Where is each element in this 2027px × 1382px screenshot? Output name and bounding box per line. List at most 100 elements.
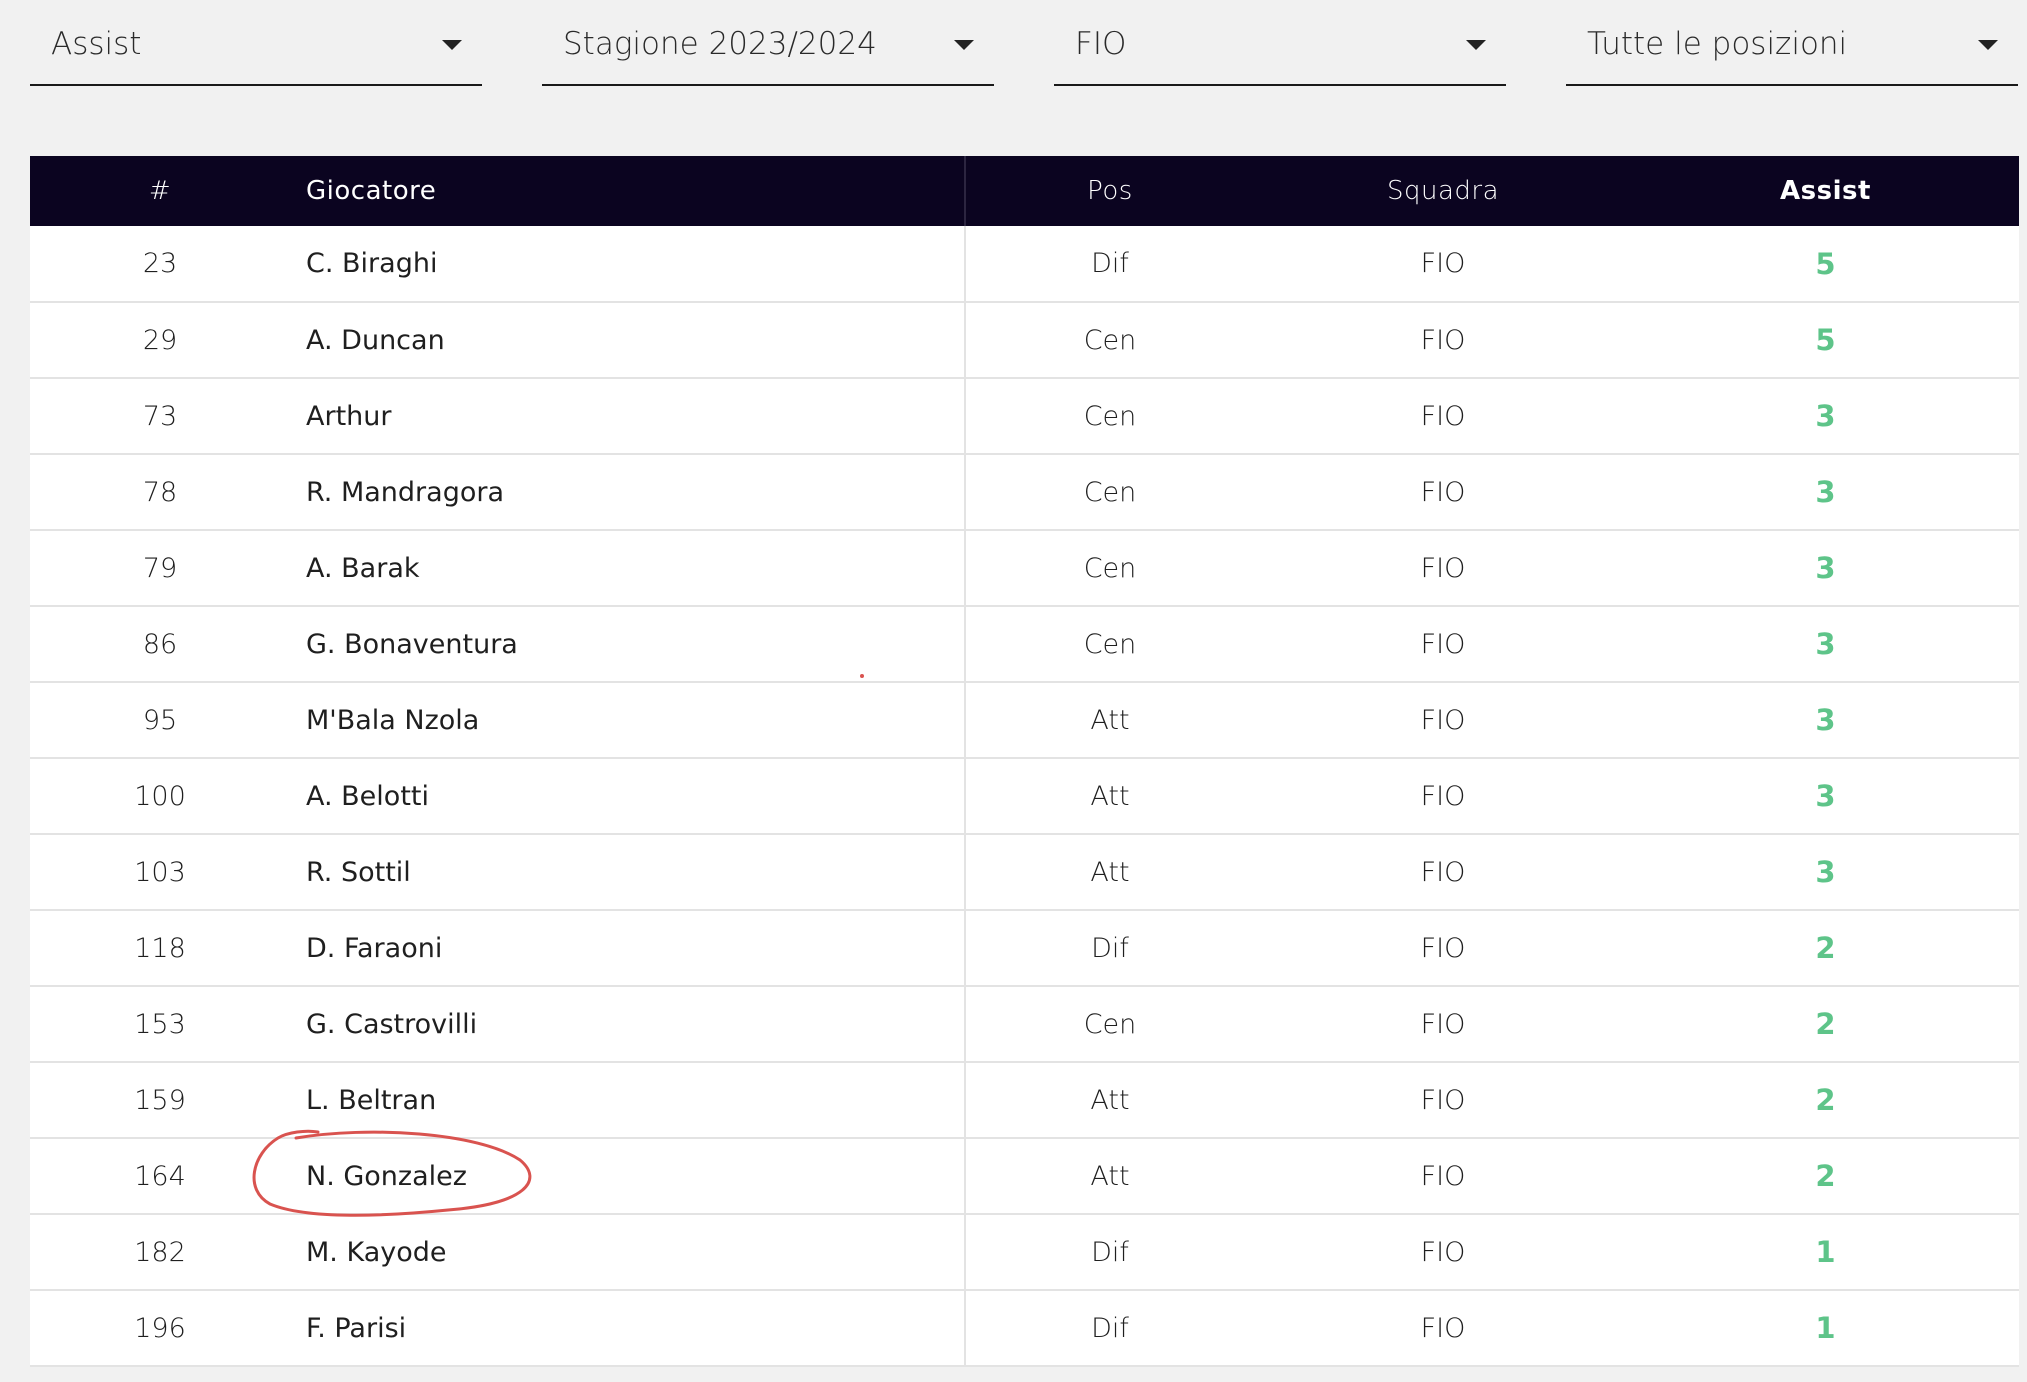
table-row[interactable]: 182 M. Kayode Dif FIO 1: [30, 1214, 2019, 1290]
table-row[interactable]: 118 D. Faraoni Dif FIO 2: [30, 910, 2019, 986]
team-cell: FIO: [1420, 1008, 1466, 1040]
player-name-link[interactable]: F. Parisi: [290, 1313, 406, 1344]
player-name-cell[interactable]: M. Kayode: [290, 1214, 966, 1290]
position-dropdown[interactable]: Tutte le posizioni: [1566, 0, 2018, 86]
player-name-link[interactable]: M'Bala Nzola: [290, 705, 479, 736]
assist-count-cell: 3: [1815, 779, 1836, 813]
player-name-link[interactable]: M. Kayode: [290, 1237, 446, 1268]
player-name-link[interactable]: G. Bonaventura: [290, 629, 518, 660]
header-player-label: Giocatore: [306, 176, 437, 206]
position-cell: Cen: [1083, 324, 1137, 356]
caret-down-icon: [1978, 40, 1998, 50]
player-name-cell[interactable]: N. Gonzalez: [290, 1138, 966, 1214]
player-name-cell[interactable]: C. Biraghi: [290, 226, 966, 302]
assist-count-cell: 3: [1815, 627, 1836, 661]
player-name-cell[interactable]: A. Belotti: [290, 758, 966, 834]
caret-down-icon: [1466, 40, 1486, 50]
position-cell: Att: [1090, 1160, 1130, 1192]
table-row[interactable]: 103 R. Sottil Att FIO 3: [30, 834, 2019, 910]
season-dropdown[interactable]: Stagione 2023/2024: [542, 0, 994, 86]
table-body: 23 C. Biraghi Dif FIO 5 29 A. Duncan Cen FIO 5 73 A…: [30, 226, 2019, 1366]
team-cell: FIO: [1420, 1312, 1466, 1344]
player-name-link[interactable]: A. Belotti: [290, 781, 429, 812]
header-player[interactable]: Giocatore: [290, 156, 966, 226]
stat-dropdown[interactable]: Assist: [30, 0, 482, 86]
table-row[interactable]: 95 M'Bala Nzola Att FIO 3: [30, 682, 2019, 758]
position-cell: Dif: [1091, 248, 1129, 279]
table-header: # Giocatore Pos Squadra Assist: [30, 156, 2019, 226]
rank-cell: 118: [134, 932, 186, 964]
team-cell: FIO: [1420, 552, 1466, 584]
player-name-cell[interactable]: M'Bala Nzola: [290, 682, 966, 758]
team-cell: FIO: [1420, 1084, 1466, 1116]
player-name-cell[interactable]: R. Mandragora: [290, 454, 966, 530]
table-row[interactable]: 78 R. Mandragora Cen FIO 3: [30, 454, 2019, 530]
table-row[interactable]: 159 L. Beltran Att FIO 2: [30, 1062, 2019, 1138]
assist-count-cell: 3: [1815, 475, 1836, 509]
team-cell: FIO: [1420, 1160, 1466, 1192]
table-row[interactable]: 86 G. Bonaventura Cen FIO 3: [30, 606, 2019, 682]
player-name-cell[interactable]: R. Sottil: [290, 834, 966, 910]
assist-count-cell: 5: [1815, 246, 1836, 281]
assist-count-cell: 2: [1815, 1159, 1836, 1193]
player-name-cell[interactable]: L. Beltran: [290, 1062, 966, 1138]
table-row[interactable]: 23 C. Biraghi Dif FIO 5: [30, 226, 2019, 302]
player-name-link[interactable]: L. Beltran: [290, 1085, 436, 1116]
rank-cell: 196: [134, 1312, 186, 1344]
player-name-cell[interactable]: G. Bonaventura: [290, 606, 966, 682]
rank-cell: 79: [142, 552, 178, 584]
table-row[interactable]: 100 A. Belotti Att FIO 3: [30, 758, 2019, 834]
table-header-row: # Giocatore Pos Squadra Assist: [30, 156, 2019, 226]
position-cell: Dif: [1091, 1236, 1129, 1268]
team-cell: FIO: [1420, 248, 1466, 279]
position-dropdown-value: Tutte le posizioni: [1587, 26, 1848, 62]
player-name-link[interactable]: N. Gonzalez: [290, 1161, 467, 1192]
team-cell: FIO: [1420, 932, 1466, 964]
player-name-cell[interactable]: F. Parisi: [290, 1290, 966, 1366]
rank-cell: 29: [142, 324, 178, 356]
player-name-cell[interactable]: Arthur: [290, 378, 966, 454]
caret-down-icon: [954, 40, 974, 50]
table-row[interactable]: 73 Arthur Cen FIO 3: [30, 378, 2019, 454]
player-name-cell[interactable]: A. Duncan: [290, 302, 966, 378]
rank-cell: 182: [134, 1236, 186, 1268]
player-name-link[interactable]: Arthur: [290, 401, 391, 432]
table-row[interactable]: 153 G. Castrovilli Cen FIO 2: [30, 986, 2019, 1062]
team-dropdown[interactable]: FIO: [1054, 0, 1506, 86]
team-cell: FIO: [1420, 856, 1466, 888]
team-dropdown-value: FIO: [1075, 26, 1127, 62]
player-name-link[interactable]: A. Duncan: [290, 325, 445, 356]
table-row[interactable]: 29 A. Duncan Cen FIO 5: [30, 302, 2019, 378]
stats-table-container: # Giocatore Pos Squadra Assist 23 C. Bira…: [30, 156, 2019, 1367]
player-name-link[interactable]: D. Faraoni: [290, 933, 442, 964]
player-name-link[interactable]: G. Castrovilli: [290, 1009, 477, 1040]
player-name-cell[interactable]: G. Castrovilli: [290, 986, 966, 1062]
team-cell: FIO: [1420, 780, 1466, 812]
player-name-cell[interactable]: D. Faraoni: [290, 910, 966, 986]
header-pos[interactable]: Pos: [965, 156, 1254, 226]
assist-count-cell: 2: [1815, 1083, 1836, 1117]
rank-cell: 103: [134, 856, 186, 888]
player-name-link[interactable]: C. Biraghi: [290, 248, 437, 279]
position-cell: Dif: [1091, 932, 1129, 964]
team-cell: FIO: [1420, 324, 1466, 356]
table-row[interactable]: 79 A. Barak Cen FIO 3: [30, 530, 2019, 606]
filter-bar: Assist Stagione 2023/2024 FIO Tutte le p…: [30, 0, 2018, 88]
player-name-link[interactable]: R. Sottil: [290, 857, 411, 888]
header-assist[interactable]: Assist: [1632, 156, 2019, 226]
rank-cell: 23: [142, 248, 178, 279]
position-cell: Att: [1090, 856, 1130, 888]
table-row[interactable]: 164 N. Gonzalez Att FIO 2: [30, 1138, 2019, 1214]
position-cell: Cen: [1083, 552, 1137, 584]
assist-count-cell: 2: [1815, 931, 1836, 965]
table-row[interactable]: 196 F. Parisi Dif FIO 1: [30, 1290, 2019, 1366]
position-cell: Cen: [1083, 1008, 1137, 1040]
header-rank[interactable]: #: [30, 156, 290, 226]
player-name-link[interactable]: A. Barak: [290, 553, 420, 584]
assist-stats-table: # Giocatore Pos Squadra Assist 23 C. Bira…: [30, 156, 2019, 1367]
header-team[interactable]: Squadra: [1254, 156, 1632, 226]
player-name-link[interactable]: R. Mandragora: [290, 477, 504, 508]
player-name-cell[interactable]: A. Barak: [290, 530, 966, 606]
team-cell: FIO: [1420, 476, 1466, 508]
assist-count-cell: 3: [1815, 855, 1836, 889]
